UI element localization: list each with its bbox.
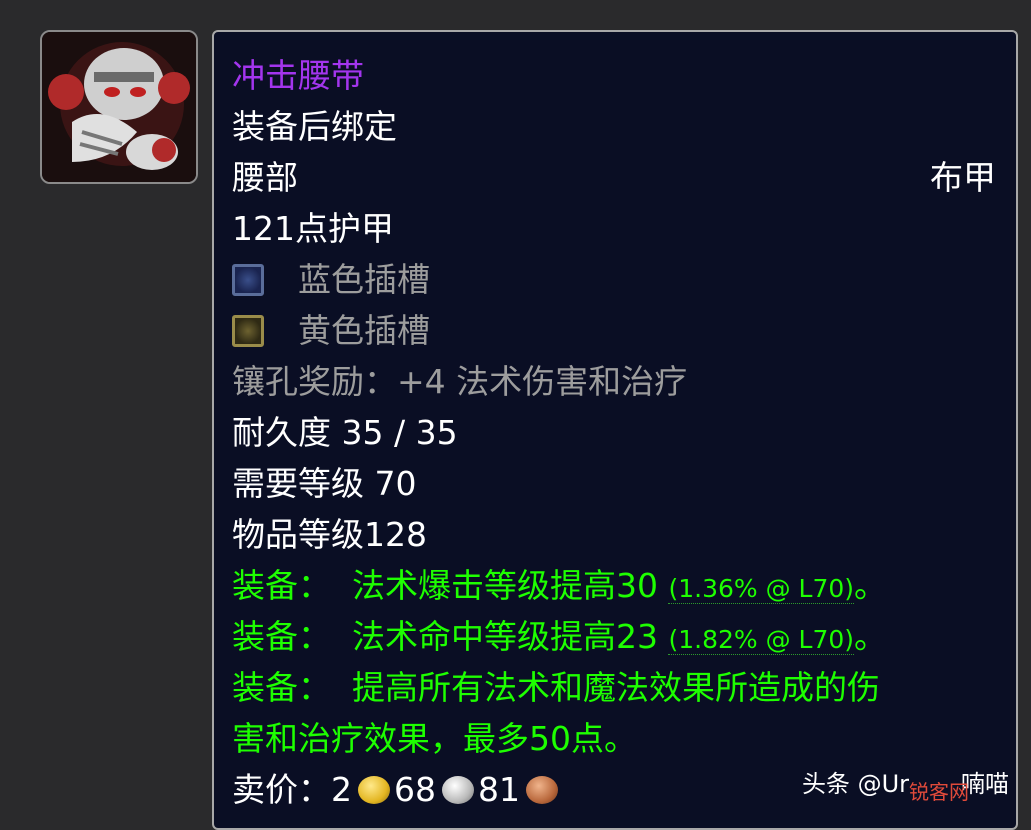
watermark: 头条 @Ur 喃喵	[802, 764, 1009, 799]
item-level: 物品等级128	[232, 515, 427, 554]
equip-prefix: 装备：	[232, 668, 331, 707]
item-tooltip: 冲击腰带 装备后绑定 腰部 布甲 121点护甲 蓝色插槽 黄色插槽 镶孔奖励：+…	[212, 30, 1018, 830]
required-level: 需要等级 70	[232, 464, 417, 503]
equip-prefix: 装备：	[232, 566, 331, 605]
equip-effect: 装备： 法术爆击等级提高30 (1.36% @ L70)。	[232, 560, 996, 611]
armor-type: 布甲	[930, 158, 996, 197]
silver-amount: 68	[394, 770, 436, 809]
item-name: 冲击腰带	[232, 56, 364, 95]
item-icon[interactable]	[40, 30, 198, 184]
rating-note[interactable]: (1.36% @ L70)	[668, 574, 855, 604]
socket-yellow: 黄色插槽	[232, 305, 996, 356]
yellow-socket-icon	[232, 315, 264, 347]
socket-label: 蓝色插槽	[298, 260, 430, 299]
armor-value: 121点护甲	[232, 209, 394, 248]
rating-note[interactable]: (1.82% @ L70)	[668, 625, 855, 655]
socket-bonus: 镶孔奖励：+4 法术伤害和治疗	[232, 362, 688, 401]
equip-suffix: 。	[854, 566, 888, 605]
slot-row: 腰部 布甲	[232, 152, 996, 203]
blue-socket-icon	[232, 264, 264, 296]
belt-portrait-icon	[42, 32, 196, 182]
socket-blue: 蓝色插槽	[232, 254, 996, 305]
durability: 耐久度 35 / 35	[232, 413, 458, 452]
silver-coin-icon	[442, 776, 474, 804]
equip-effect: 装备： 提高所有法术和魔法效果所造成的伤	[232, 662, 996, 713]
equip-text: 法术爆击等级提高30	[351, 566, 658, 605]
equip-effect: 装备： 法术命中等级提高23 (1.82% @ L70)。	[232, 611, 996, 662]
watermark-text: 头条 @Ur	[801, 770, 909, 798]
bind-type: 装备后绑定	[232, 107, 397, 146]
copper-amount: 81	[478, 770, 520, 809]
equip-suffix: 。	[854, 617, 888, 656]
gold-coin-icon	[358, 776, 390, 804]
gold-amount: 2	[331, 770, 352, 809]
copper-coin-icon	[526, 776, 558, 804]
equip-text: 提高所有法术和魔法效果所造成的伤	[351, 668, 880, 707]
watermark-overlay: 锐客网	[909, 780, 969, 804]
socket-label: 黄色插槽	[298, 311, 430, 350]
sell-label: 卖价：	[232, 770, 331, 809]
equip-effect-continued: 害和治疗效果，最多50点。	[232, 719, 637, 758]
slot-label: 腰部	[232, 158, 298, 197]
equip-text: 法术命中等级提高23	[351, 617, 658, 656]
equip-prefix: 装备：	[232, 617, 331, 656]
